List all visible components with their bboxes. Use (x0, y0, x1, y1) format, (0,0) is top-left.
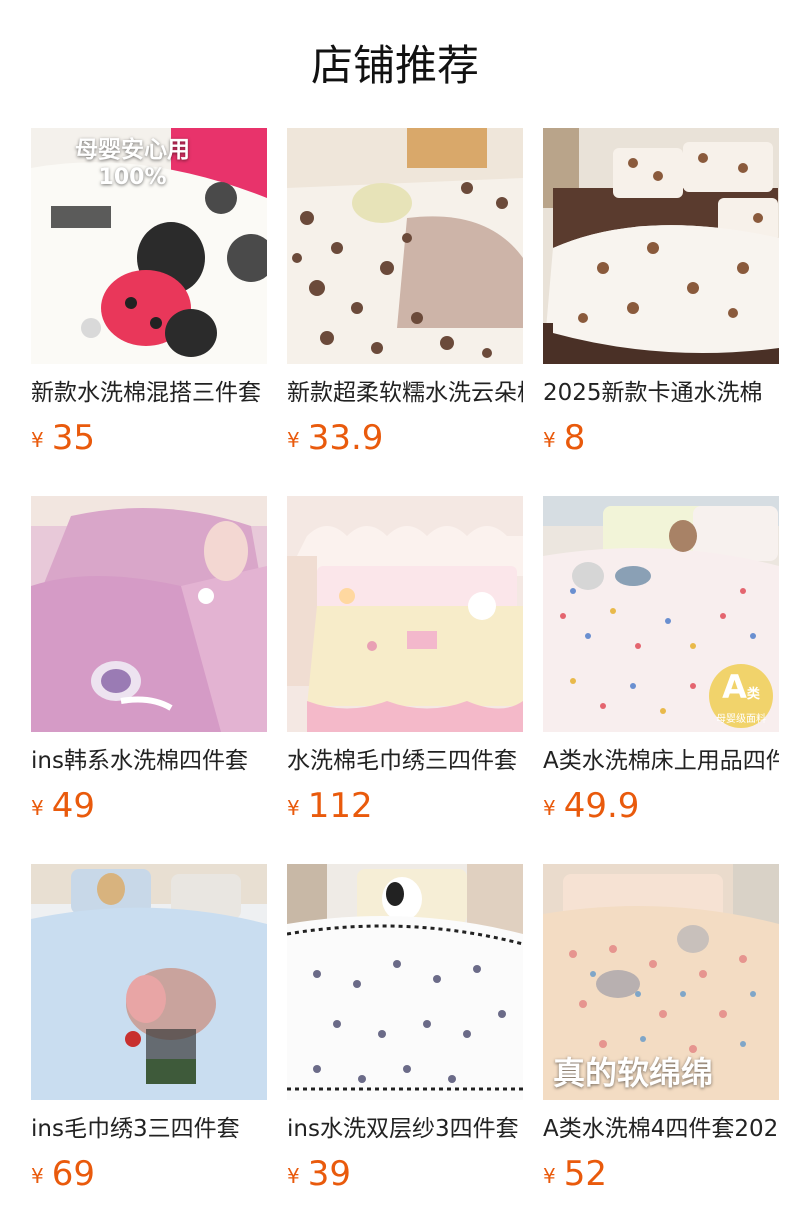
currency-symbol: ¥ (287, 1164, 300, 1188)
product-card[interactable]: 真的软绵绵 A类水洗棉4四件套2025 ¥52 (543, 864, 779, 1200)
product-grid: 母婴安心用 100% 新款水洗棉混搭三件套 ¥35 新款超柔软糯水洗云朵棉 ¥ … (31, 128, 790, 1200)
product-image[interactable] (31, 864, 267, 1100)
product-title[interactable]: 水洗棉毛巾绣三四件套 (287, 746, 523, 776)
product-card[interactable]: 水洗棉毛巾绣三四件套 ¥112 (287, 496, 523, 832)
price-amount: 52 (563, 1154, 607, 1194)
price-amount: 49 (51, 786, 95, 826)
product-title[interactable]: A类水洗棉4四件套2025 (543, 1114, 779, 1144)
product-overlay-text: 真的软绵绵 (553, 1054, 714, 1092)
product-price: ¥49.9 (543, 786, 779, 826)
product-image[interactable] (287, 496, 523, 732)
product-price: ¥35 (31, 418, 267, 458)
currency-symbol: ¥ (543, 1164, 556, 1188)
product-image[interactable] (543, 128, 779, 364)
product-card[interactable]: ins韩系水洗棉四件套 ¥49 (31, 496, 267, 832)
price-amount: 69 (51, 1154, 95, 1194)
product-card[interactable]: 母婴安心用 100% 新款水洗棉混搭三件套 ¥35 (31, 128, 267, 464)
product-price: ¥112 (287, 786, 523, 826)
product-image[interactable]: 真的软绵绵 (543, 864, 779, 1100)
store-recommendation-page: 店铺推荐 母婴安心用 100% 新款水洗棉混搭三件套 ¥ 35 新款超柔软糯水洗… (0, 0, 790, 1232)
product-title[interactable]: A类水洗棉床上用品四件套 (543, 746, 779, 776)
overlay-line-1: 母婴安心用 (75, 137, 190, 163)
product-price: ¥39 (287, 1154, 523, 1194)
product-card[interactable]: A类 母婴级面料 A类水洗棉床上用品四件套 ¥49.9 (543, 496, 779, 832)
product-title[interactable]: 新款水洗棉混搭三件套 (31, 378, 267, 408)
currency-symbol: ¥ (31, 428, 44, 452)
price-amount: 112 (307, 786, 373, 826)
product-price: ¥52 (543, 1154, 779, 1194)
product-image[interactable]: A类 母婴级面料 (543, 496, 779, 732)
product-title[interactable]: ins水洗双层纱3四件套 (287, 1114, 523, 1144)
badge-suffix: 类 (746, 687, 760, 702)
price-amount: 33.9 (307, 418, 384, 458)
currency-symbol: ¥ (543, 428, 556, 452)
product-image[interactable]: 母婴安心用 100% (31, 128, 267, 364)
product-title[interactable]: 新款超柔软糯水洗云朵棉 (287, 378, 523, 408)
price-amount: 8 (563, 418, 586, 458)
product-card[interactable]: ins毛巾绣3三四件套 ¥69 (31, 864, 267, 1200)
product-image[interactable] (287, 128, 523, 364)
product-card[interactable]: 新款超柔软糯水洗云朵棉 ¥33.9 (287, 128, 523, 464)
currency-symbol: ¥ (31, 796, 44, 820)
product-image[interactable] (31, 496, 267, 732)
price-amount: 35 (51, 418, 95, 458)
product-title[interactable]: ins毛巾绣3三四件套 (31, 1114, 267, 1144)
badge-main: A (722, 668, 747, 706)
product-card[interactable]: 2025新款卡通水洗棉 ¥8 (543, 128, 779, 464)
product-image[interactable] (287, 864, 523, 1100)
product-price: ¥69 (31, 1154, 267, 1194)
product-overlay-text: 母婴安心用 100% (75, 136, 190, 192)
product-price: ¥33.9 (287, 418, 523, 458)
product-price: ¥49 (31, 786, 267, 826)
currency-symbol: ¥ (31, 1164, 44, 1188)
a-class-badge: A类 母婴级面料 (709, 664, 773, 728)
product-title[interactable]: ins韩系水洗棉四件套 (31, 746, 267, 776)
badge-caption: 母婴级面料 (716, 714, 766, 725)
product-price: ¥8 (543, 418, 779, 458)
page-title: 店铺推荐 (310, 41, 479, 90)
overlay-line-2: 100% (98, 165, 167, 190)
currency-symbol: ¥ (287, 428, 300, 452)
currency-symbol: ¥ (543, 796, 556, 820)
product-card[interactable]: ins水洗双层纱3四件套 ¥39 (287, 864, 523, 1200)
product-title[interactable]: 2025新款卡通水洗棉 (543, 378, 779, 408)
price-amount: 39 (307, 1154, 351, 1194)
price-amount: 49.9 (563, 786, 640, 826)
currency-symbol: ¥ (287, 796, 300, 820)
